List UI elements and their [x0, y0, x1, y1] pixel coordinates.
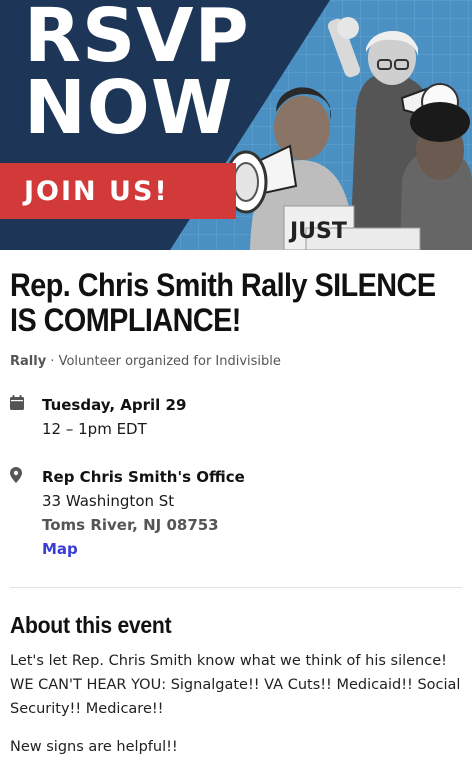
calendar-icon: [10, 393, 42, 414]
event-time: 12 – 1pm EDT: [42, 420, 147, 438]
location-name: Rep Chris Smith's Office: [42, 468, 245, 486]
event-type: Rally: [10, 354, 47, 369]
address-line1: 33 Washington St: [42, 492, 175, 510]
event-title: Rep. Chris Smith Rally SILENCE IS COMPLI…: [10, 267, 436, 338]
about-paragraph-1: Let's let Rep. Chris Smith know what we …: [10, 653, 461, 717]
banner-headline: RSVP NOW: [24, 0, 250, 151]
address-line2: Toms River, NJ 08753: [42, 516, 219, 534]
protest-sign-text: JUST: [288, 219, 347, 244]
map-link[interactable]: Map: [42, 540, 78, 558]
about-paragraph-2: New signs are helpful!!: [10, 739, 178, 755]
event-content: Rep. Chris Smith Rally SILENCE IS COMPLI…: [0, 268, 472, 759]
event-meta: Rally · Volunteer organized for Indivisi…: [10, 354, 462, 369]
section-divider: [10, 587, 462, 588]
event-date: Tuesday, April 29: [42, 396, 187, 414]
join-us-text: JOIN US!: [24, 176, 169, 207]
location-pin-icon: [10, 465, 42, 487]
event-location-row: Rep Chris Smith's Office 33 Washington S…: [10, 465, 462, 561]
event-banner: JUST RSVP NOW JOIN US!: [0, 0, 472, 250]
about-heading: About this event: [10, 612, 172, 638]
event-date-row: Tuesday, April 29 12 – 1pm EDT: [10, 393, 462, 441]
event-organizer: · Volunteer organized for Indivisible: [46, 354, 281, 369]
